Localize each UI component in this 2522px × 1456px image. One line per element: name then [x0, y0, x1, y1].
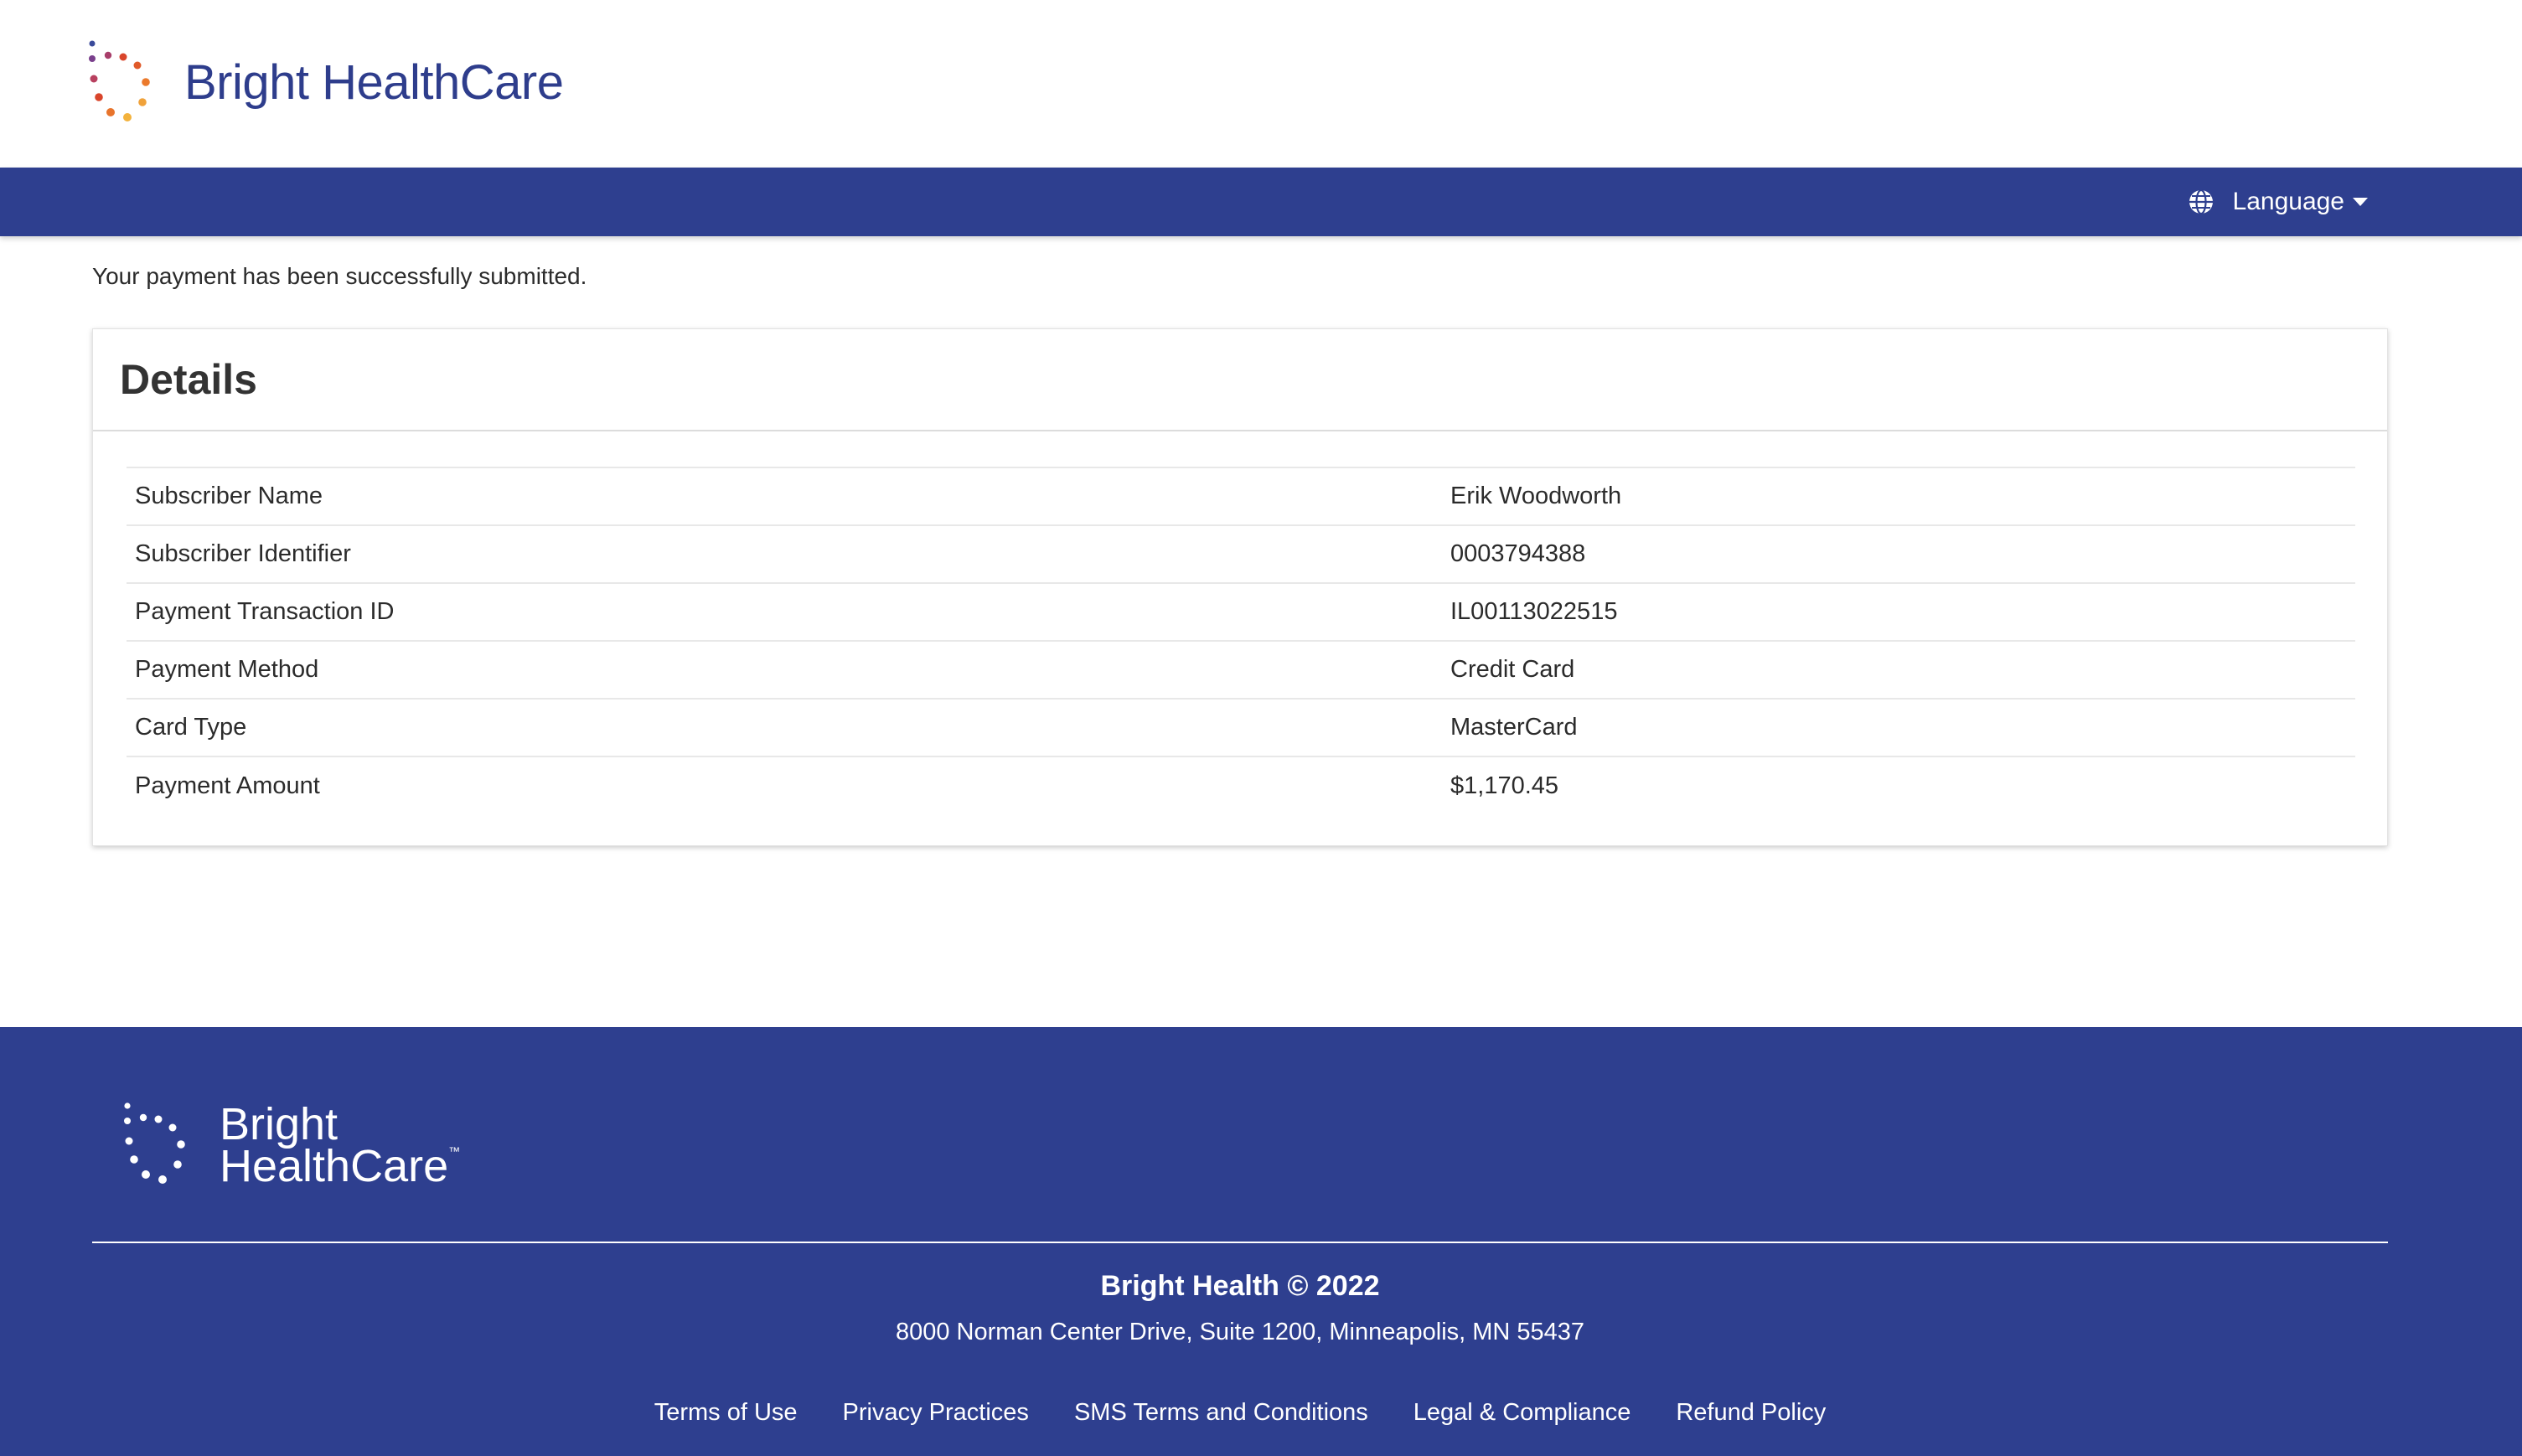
footer-brand-line1: Bright	[220, 1098, 339, 1149]
row-value: 0003794388	[1450, 540, 1586, 567]
footer-brand-line2: HealthCare™	[220, 1140, 461, 1191]
footer-links: Terms of Use Privacy Practices SMS Terms…	[0, 1399, 2480, 1427]
row-label: Subscriber Identifier	[135, 540, 351, 567]
footer-link-legal-compliance[interactable]: Legal & Compliance	[1413, 1399, 1631, 1427]
details-card-header: Details	[93, 329, 2387, 431]
table-row: Subscriber Name Erik Woodworth	[127, 467, 2355, 525]
table-row: Payment Method Credit Card	[127, 641, 2355, 699]
footer-address: 8000 Norman Center Drive, Suite 1200, Mi…	[895, 1319, 1585, 1345]
details-table: Subscriber Name Erik Woodworth Subscribe…	[127, 467, 2355, 814]
row-label: Card Type	[135, 714, 247, 741]
row-value: Credit Card	[1450, 656, 1575, 683]
table-row: Payment Transaction ID IL00113022515	[127, 583, 2355, 641]
brand-logo[interactable]: Bright HealthCare	[87, 39, 564, 126]
caret-down-icon	[2353, 198, 2368, 206]
row-value: IL00113022515	[1450, 598, 1618, 625]
brand-name: Bright HealthCare	[184, 54, 564, 110]
top-navbar: Language	[0, 168, 2522, 236]
table-row: Card Type MasterCard	[127, 699, 2355, 756]
row-label: Payment Transaction ID	[135, 598, 395, 625]
details-card: Details Subscriber Name Erik Woodworth S…	[92, 328, 2388, 846]
table-row: Payment Amount $1,170.45	[127, 756, 2355, 814]
row-label: Subscriber Name	[135, 483, 323, 509]
table-row: Subscriber Identifier 0003794388	[127, 525, 2355, 583]
site-footer: Bright HealthCare™ Bright Health © 2022 …	[0, 1027, 2522, 1456]
footer-brand-name: Bright HealthCare™	[220, 1098, 461, 1191]
bright-dots-logo-icon	[87, 39, 158, 126]
footer-divider	[92, 1242, 2388, 1243]
details-title: Details	[120, 356, 257, 403]
globe-icon	[2188, 188, 2215, 215]
row-value: Erik Woodworth	[1450, 483, 1622, 509]
row-value: $1,170.45	[1450, 772, 1559, 799]
row-label: Payment Method	[135, 656, 319, 683]
row-value: MasterCard	[1450, 714, 1578, 741]
footer-brand-logo[interactable]: Bright HealthCare™	[122, 1101, 460, 1189]
footer-copyright: Bright Health © 2022	[1100, 1270, 1380, 1302]
site-header: Bright HealthCare	[0, 0, 2522, 168]
language-label: Language	[2232, 188, 2344, 215]
footer-link-refund-policy[interactable]: Refund Policy	[1676, 1399, 1826, 1427]
payment-success-message: Your payment has been successfully submi…	[92, 263, 587, 289]
bright-dots-logo-icon	[122, 1101, 189, 1189]
language-dropdown[interactable]: Language	[2188, 168, 2368, 236]
footer-link-sms-terms[interactable]: SMS Terms and Conditions	[1074, 1399, 1368, 1427]
row-label: Payment Amount	[135, 772, 320, 799]
footer-link-terms-of-use[interactable]: Terms of Use	[654, 1399, 798, 1427]
footer-link-privacy-practices[interactable]: Privacy Practices	[843, 1399, 1029, 1427]
trademark-symbol: ™	[448, 1144, 461, 1158]
